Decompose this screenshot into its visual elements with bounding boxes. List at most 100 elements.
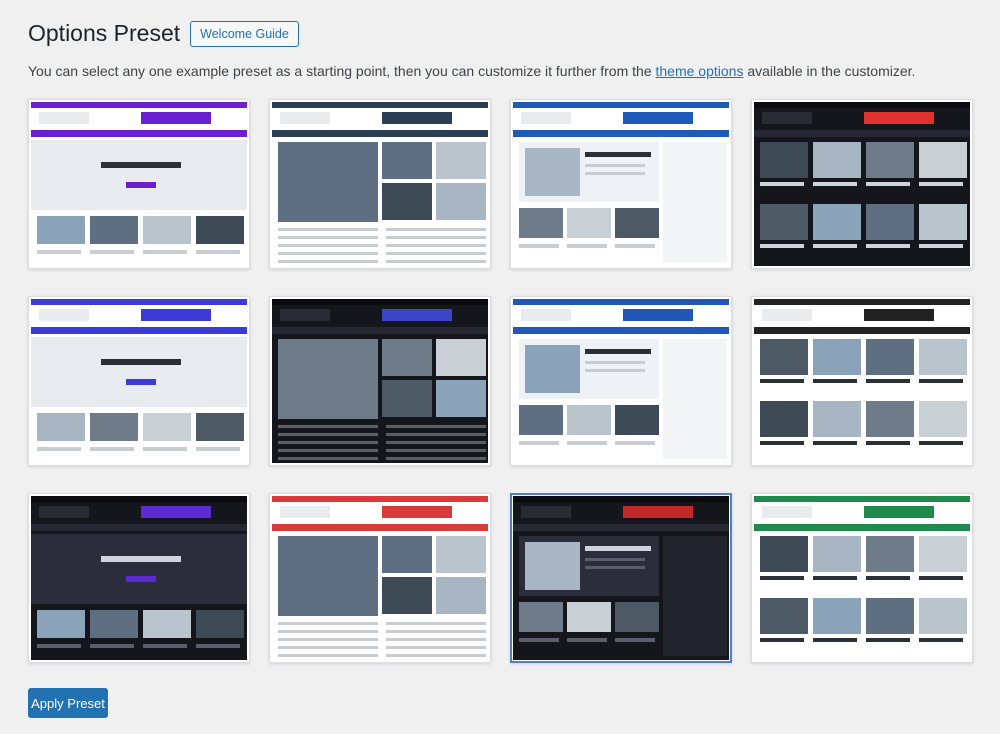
welcome-guide-button[interactable]: Welcome Guide: [190, 20, 299, 47]
thumb-navbar: [754, 130, 970, 137]
thumb-post-title: [760, 379, 804, 383]
thumb-photo: [813, 142, 861, 178]
thumb-photo: [866, 536, 914, 572]
preset-thumbnail-green[interactable]: [751, 493, 973, 663]
preset-screenshot: [513, 496, 729, 660]
thumb-post-title: [866, 244, 910, 248]
thumb-text-line: [278, 260, 378, 263]
thumb-text-line: [143, 447, 187, 451]
thumb-photo: [196, 413, 244, 441]
preset-thumbnail-blog[interactable]: [269, 99, 491, 269]
thumb-post-title: [866, 379, 910, 383]
thumb-hero-button: [126, 182, 156, 188]
thumb-hero-button: [126, 379, 156, 385]
thumb-text-line: [278, 236, 378, 239]
description-text-end: available in the customizer.: [747, 63, 916, 79]
thumb-photo: [919, 204, 967, 240]
thumb-post-title: [866, 182, 910, 186]
thumb-post-title: [760, 576, 804, 580]
thumb-post-title: [866, 441, 910, 445]
preset-thumbnail-masonry-blogs[interactable]: [751, 296, 973, 466]
thumb-topbar: [272, 102, 488, 108]
thumb-text-line: [278, 252, 378, 255]
thumb-text-line: [519, 638, 559, 642]
preset-thumbnail-media[interactable]: [510, 296, 732, 466]
thumb-navbar: [513, 130, 729, 137]
thumb-photo: [436, 339, 486, 376]
thumb-hero: [31, 534, 247, 604]
thumb-post-title: [760, 441, 804, 445]
preset-screenshot: [754, 496, 970, 660]
preset-thumbnail-news-dark[interactable]: [510, 493, 732, 663]
thumb-photo: [196, 216, 244, 244]
thumb-text-line: [90, 644, 134, 648]
thumb-text-line: [386, 236, 486, 239]
theme-options-link[interactable]: theme options: [656, 63, 744, 79]
preset-thumbnail-news[interactable]: [510, 99, 732, 269]
thumb-photo: [866, 401, 914, 437]
preset-thumbnail-news-alt[interactable]: [269, 493, 491, 663]
thumb-photo: [519, 208, 563, 238]
thumb-topbar: [31, 299, 247, 305]
thumb-photo: [37, 610, 85, 638]
preset-screenshot: [31, 299, 247, 463]
thumb-post-title: [919, 244, 963, 248]
thumb-text-line: [615, 638, 655, 642]
thumb-photo: [615, 602, 659, 632]
thumb-photo: [436, 536, 486, 573]
thumb-topbar: [754, 496, 970, 502]
thumb-post-title: [760, 244, 804, 248]
thumb-logo: [762, 506, 812, 518]
thumb-text-line: [278, 457, 378, 460]
thumb-text-line: [585, 558, 645, 561]
thumb-post-title: [585, 349, 651, 354]
thumb-logo: [39, 506, 89, 518]
thumb-sidebar: [663, 339, 727, 459]
thumb-text-line: [386, 425, 486, 428]
thumb-text-line: [278, 228, 378, 231]
thumb-post-title: [919, 441, 963, 445]
thumb-hero-title: [101, 359, 181, 365]
thumb-text-line: [386, 638, 486, 641]
thumb-post-title: [585, 152, 651, 157]
preset-thumbnail-grid-dark[interactable]: [269, 296, 491, 466]
thumb-logo: [280, 309, 330, 321]
thumb-photo: [525, 542, 580, 590]
page-description: You can select any one example preset as…: [28, 63, 915, 79]
preset-thumbnail-grid-blogs[interactable]: [28, 296, 250, 466]
thumb-text-line: [386, 457, 486, 460]
thumb-feature-photo: [278, 339, 378, 419]
thumb-ad-banner: [623, 112, 693, 124]
thumb-photo: [436, 142, 486, 179]
thumb-ad-banner: [382, 309, 452, 321]
thumb-navbar: [272, 524, 488, 531]
thumb-photo: [813, 598, 861, 634]
thumb-topbar: [513, 496, 729, 502]
thumb-photo: [37, 413, 85, 441]
thumb-text-line: [585, 164, 645, 167]
thumb-photo: [760, 204, 808, 240]
preset-thumbnail-masonry-dark[interactable]: [28, 493, 250, 663]
thumb-ad-banner: [382, 112, 452, 124]
thumb-text-line: [278, 654, 378, 657]
thumb-text-line: [567, 441, 607, 445]
thumb-photo: [866, 339, 914, 375]
preset-screenshot: [31, 496, 247, 660]
thumb-navbar: [513, 524, 729, 531]
thumb-text-line: [143, 250, 187, 254]
thumb-navbar: [754, 524, 970, 531]
apply-preset-button[interactable]: Apply Preset: [28, 688, 108, 718]
thumb-text-line: [386, 433, 486, 436]
thumb-photo: [813, 204, 861, 240]
preset-thumbnail-premium[interactable]: [28, 99, 250, 269]
thumb-photo: [37, 216, 85, 244]
description-text: You can select any one example preset as…: [28, 63, 652, 79]
thumb-navbar: [31, 130, 247, 137]
thumb-ad-banner: [623, 506, 693, 518]
thumb-photo: [90, 413, 138, 441]
thumb-text-line: [278, 433, 378, 436]
thumb-topbar: [513, 102, 729, 108]
thumb-photo: [919, 339, 967, 375]
preset-thumbnail-dark[interactable]: [751, 99, 973, 269]
thumb-text-line: [278, 622, 378, 625]
